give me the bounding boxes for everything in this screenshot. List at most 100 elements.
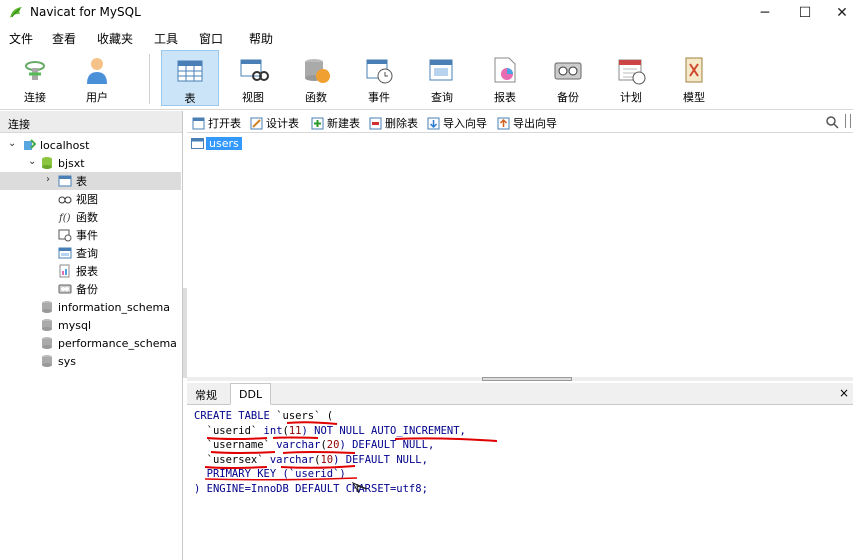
menu-window[interactable]: 窗口	[199, 30, 223, 47]
design-table-button[interactable]: 设计表	[250, 115, 299, 131]
ddl-line-2: `userid` int(11) NOT NULL AUTO_INCREMENT…	[194, 424, 466, 437]
tree-node-localhost[interactable]: localhost	[22, 136, 89, 154]
toolbar-report-button[interactable]: 报表	[476, 50, 534, 106]
menu-file[interactable]: 文件	[9, 30, 33, 47]
minimize-button[interactable]: ─	[745, 0, 785, 26]
menu-bar: 文件 查看 收藏夹 工具 窗口 帮助	[0, 26, 853, 48]
toolbar-model-button[interactable]: 模型	[665, 50, 723, 106]
table-item-users[interactable]: users	[191, 137, 242, 150]
tree-node-views[interactable]: 视图	[58, 190, 98, 208]
toolbar-connection-button[interactable]: 连接	[6, 50, 64, 106]
database-icon	[42, 301, 52, 313]
toolbar-event-button[interactable]: 事件	[350, 50, 408, 106]
toolbar-table-button[interactable]: 表	[161, 50, 219, 106]
maximize-button[interactable]: ☐	[785, 0, 825, 26]
schedule-icon	[618, 59, 646, 85]
object-panel: 打开表 设计表 新建表 删除表 导入向导 导出向导 users 常规 DDL ×…	[187, 111, 853, 560]
menu-help[interactable]: 帮助	[249, 30, 273, 47]
expand-arrow-icon[interactable]: ⌄	[28, 156, 36, 167]
tree-node-mysql[interactable]: mysql	[40, 316, 91, 334]
export-wizard-button[interactable]: 导出向导	[497, 115, 557, 131]
model-icon	[685, 57, 703, 83]
svg-text:f(): f()	[58, 213, 71, 224]
event-icon	[366, 59, 393, 84]
database-icon	[42, 319, 52, 331]
collapse-arrow-icon[interactable]: ›	[46, 174, 50, 185]
connection-panel: 连接 ⌄ localhost ⌄ bjsxt 表 › 视图 f() 函数 事件 …	[0, 111, 183, 560]
toolbar-separator	[149, 54, 150, 104]
tree-node-tables[interactable]: 表	[0, 172, 181, 190]
database-open-icon	[42, 157, 52, 169]
new-table-icon	[311, 117, 324, 129]
tree-node-bjsxt[interactable]: bjsxt	[40, 154, 85, 172]
tree-node-events[interactable]: 事件	[58, 226, 98, 244]
tree-node-reports[interactable]: 报表	[58, 262, 98, 280]
new-table-button[interactable]: 新建表	[311, 115, 360, 131]
ddl-line-6: ) ENGINE=InnoDB DEFAULT CHARSET=utf8;	[194, 482, 428, 495]
export-icon	[497, 117, 510, 129]
function-icon	[305, 59, 330, 83]
delete-table-icon	[369, 117, 382, 129]
ddl-line-5: PRIMARY KEY (`userid`)	[194, 468, 346, 481]
expand-arrow-icon[interactable]: ⌄	[8, 138, 16, 149]
table-list: users	[187, 133, 853, 377]
toolbar-backup-button[interactable]: 备份	[539, 50, 597, 106]
server-icon	[24, 139, 36, 150]
close-icon[interactable]: ×	[839, 386, 849, 400]
delete-table-button[interactable]: 删除表	[369, 115, 418, 131]
ddl-line-1: CREATE TABLE `users` (	[194, 410, 334, 422]
toolbar-function-button[interactable]: 函数	[287, 50, 345, 106]
open-table-icon	[192, 117, 205, 129]
database-icon	[42, 337, 52, 349]
table-icon	[177, 60, 203, 82]
splitter-grip[interactable]	[482, 377, 572, 381]
toolbar-view-button[interactable]: 视图	[224, 50, 282, 106]
tree-node-performance-schema[interactable]: performance_schema	[40, 334, 177, 352]
menu-tools[interactable]: 工具	[154, 30, 178, 47]
menu-view[interactable]: 查看	[52, 30, 76, 47]
import-icon	[427, 117, 440, 129]
backup-icon	[554, 62, 582, 80]
tree-node-sys[interactable]: sys	[40, 352, 76, 370]
connection-panel-header: 连接	[0, 111, 182, 133]
toolbar-user-button[interactable]: 用户	[68, 50, 126, 106]
tree-node-functions[interactable]: f() 函数	[58, 208, 98, 226]
object-toolbar: 打开表 设计表 新建表 删除表 导入向导 导出向导	[187, 111, 853, 133]
tree-node-backups[interactable]: 备份	[58, 280, 98, 298]
horizontal-splitter[interactable]	[187, 377, 853, 381]
connection-icon	[25, 61, 45, 80]
ddl-editor[interactable]: CREATE TABLE `users` ( `userid` int(11) …	[187, 405, 853, 560]
main-toolbar: 连接 用户 表 视图 函数 事件 查询 报表 备份 计划 模型	[0, 48, 853, 110]
title-bar: Navicat for MySQL ─ ☐ ✕	[0, 0, 853, 26]
design-table-icon	[250, 117, 263, 129]
open-table-button[interactable]: 打开表	[192, 115, 241, 131]
table-icon	[191, 138, 204, 149]
import-wizard-button[interactable]: 导入向导	[427, 115, 487, 131]
navicat-logo-icon	[10, 7, 22, 18]
tree-node-information-schema[interactable]: information_schema	[40, 298, 170, 316]
detail-view-icon[interactable]	[845, 114, 851, 128]
search-icon[interactable]	[825, 115, 839, 129]
close-button[interactable]: ✕	[822, 0, 853, 26]
tab-general[interactable]: 常规	[187, 383, 225, 405]
query-icon	[58, 247, 72, 259]
window-title: Navicat for MySQL	[30, 5, 141, 19]
database-icon	[42, 355, 52, 367]
user-icon	[87, 58, 107, 84]
report-icon	[494, 57, 516, 83]
menu-favorites[interactable]: 收藏夹	[97, 30, 133, 47]
toolbar-query-button[interactable]: 查询	[413, 50, 471, 106]
view-icon	[240, 59, 269, 81]
ddl-line-3: `username` varchar(20) DEFAULT NULL,	[194, 439, 435, 452]
tree-node-queries[interactable]: 查询	[58, 244, 98, 262]
tab-ddl[interactable]: DDL	[230, 383, 272, 405]
function-icon: f()	[58, 213, 71, 224]
query-icon	[429, 59, 453, 81]
toolbar-schedule-button[interactable]: 计划	[602, 50, 660, 106]
info-tabs: 常规 DDL ×	[187, 383, 853, 405]
ddl-line-4: `usersex` varchar(10) DEFAULT NULL,	[194, 453, 428, 466]
report-icon	[59, 264, 70, 278]
event-icon	[58, 229, 72, 242]
view-icon	[58, 196, 72, 204]
table-icon	[58, 175, 72, 187]
